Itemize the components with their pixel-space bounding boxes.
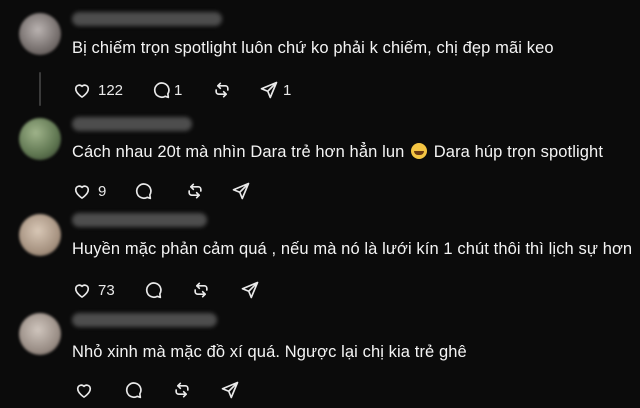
send-paper-plane-icon: [221, 381, 239, 399]
heart-icon: [74, 84, 90, 98]
share-count: 1: [283, 81, 292, 99]
username-blurred[interactable]: [72, 12, 222, 26]
share-button[interactable]: 1: [259, 79, 291, 101]
like-button[interactable]: 122: [72, 79, 123, 101]
repost-button[interactable]: [172, 379, 192, 401]
thread-line: [39, 72, 41, 106]
like-button[interactable]: [74, 379, 94, 401]
share-button[interactable]: [231, 180, 251, 202]
repost-arrows-icon: [188, 183, 202, 199]
repost-button[interactable]: [191, 279, 211, 301]
send-paper-plane-icon: [260, 81, 278, 99]
heart-icon: [76, 384, 92, 398]
share-button[interactable]: [220, 379, 240, 401]
like-count: 73: [98, 281, 115, 299]
repost-arrows-icon: [215, 82, 229, 98]
comment-bubble-icon: [153, 82, 170, 99]
comment-text: Huyền mặc phản cảm quá , nếu mà nó là lư…: [72, 240, 633, 258]
heart-icon: [74, 284, 90, 298]
comment-text-part-1: Cách nhau 20t mà nhìn Dara trẻ hơn hẳn l…: [72, 143, 410, 161]
heart-icon: [74, 185, 90, 199]
reply-button[interactable]: [123, 379, 143, 401]
repost-arrows-icon: [194, 282, 208, 298]
like-count: 9: [98, 182, 107, 200]
action-bar: [72, 379, 272, 401]
avatar[interactable]: [19, 118, 61, 160]
share-button[interactable]: [240, 279, 260, 301]
repost-button[interactable]: [212, 79, 232, 101]
send-paper-plane-icon: [241, 281, 259, 299]
username-blurred[interactable]: [72, 213, 207, 227]
comment-bubble-icon: [125, 382, 142, 399]
comment-text: Bị chiếm trọn spotlight luôn chứ ko phải…: [72, 39, 554, 57]
repost-button[interactable]: [185, 180, 205, 202]
comment-bubble-icon: [145, 282, 162, 299]
repost-arrows-icon: [175, 382, 189, 398]
like-button[interactable]: 9: [72, 180, 106, 202]
comment-bubble-icon: [135, 183, 152, 200]
comment-text: Cách nhau 20t mà nhìn Dara trẻ hơn hẳn l…: [72, 143, 603, 162]
comment-text: Nhỏ xinh mà mặc đồ xí quá. Ngược lại chị…: [72, 343, 467, 361]
avatar[interactable]: [19, 313, 61, 355]
reply-button[interactable]: [143, 279, 163, 301]
action-bar: 73: [72, 279, 272, 301]
like-button[interactable]: 73: [72, 279, 115, 301]
username-blurred[interactable]: [72, 313, 217, 327]
reply-count: 1: [174, 81, 183, 99]
reply-button[interactable]: 1: [151, 79, 182, 101]
like-count: 122: [98, 81, 124, 99]
send-paper-plane-icon: [232, 182, 250, 200]
action-bar: 9: [72, 180, 272, 202]
laughing-with-tears-emoji: [411, 143, 428, 159]
username-blurred[interactable]: [72, 117, 192, 131]
avatar[interactable]: [19, 13, 61, 55]
reply-button[interactable]: [133, 180, 153, 202]
comment-text-part-2: Dara húp trọn spotlight: [429, 143, 604, 161]
action-bar: 122 1 1: [72, 79, 332, 101]
avatar[interactable]: [19, 214, 61, 256]
